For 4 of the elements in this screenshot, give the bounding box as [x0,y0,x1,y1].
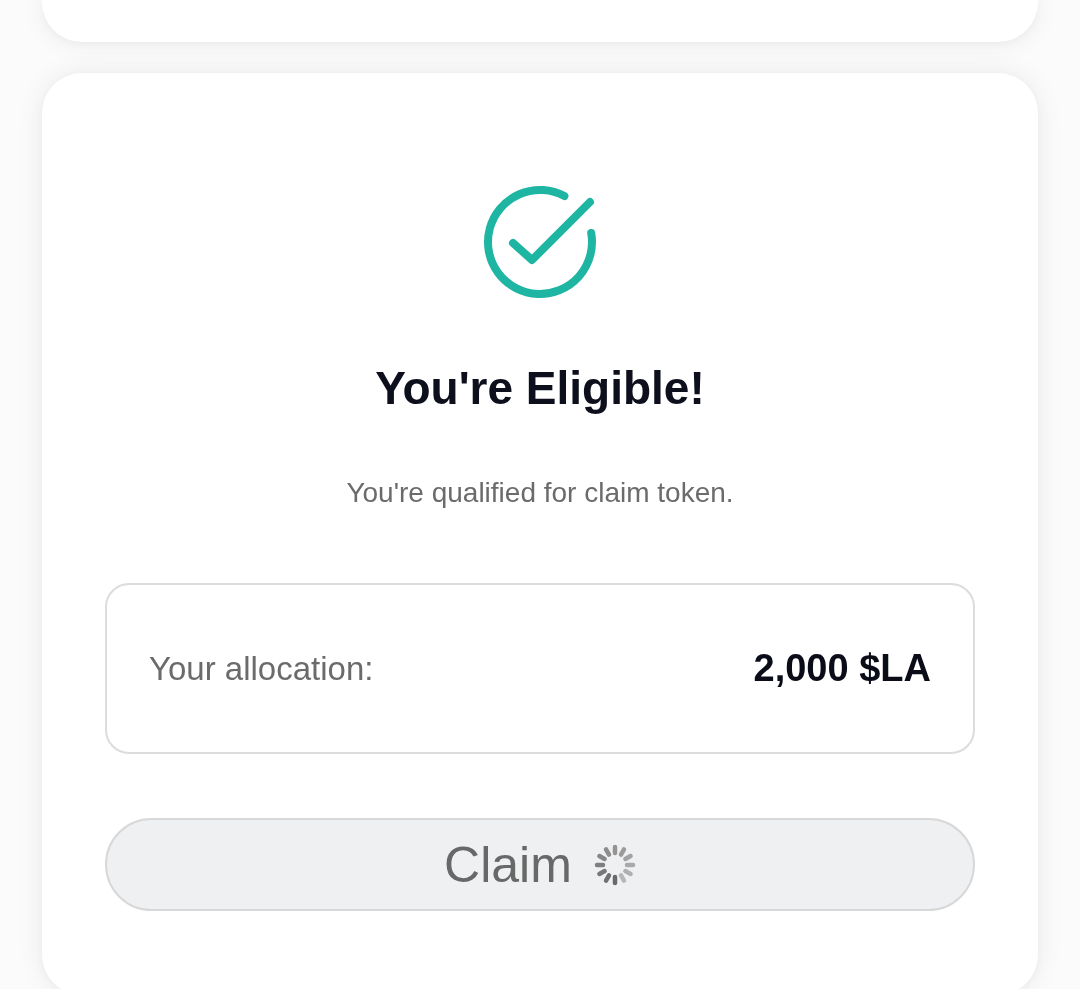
eligibility-subtitle: You're qualified for claim token. [346,476,734,510]
allocation-value: 2,000 $LA [753,647,931,690]
eligibility-title: You're Eligible! [375,361,705,416]
allocation-label: Your allocation: [149,649,374,688]
